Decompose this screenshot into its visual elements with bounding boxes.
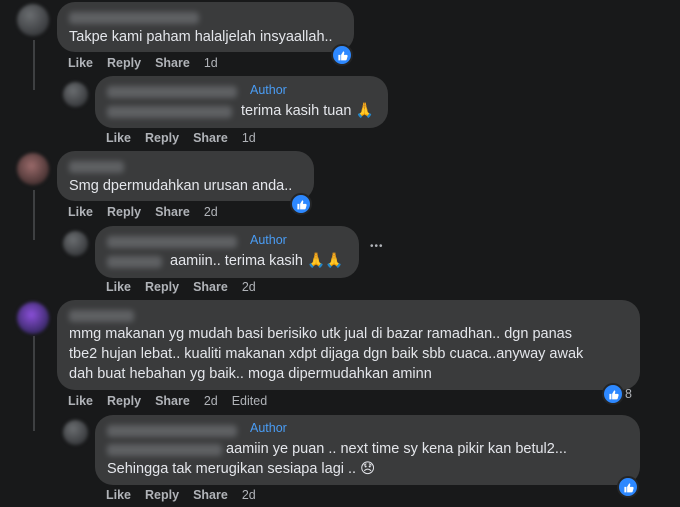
share-button[interactable]: Share	[155, 205, 190, 219]
like-reaction-icon[interactable]	[290, 193, 312, 215]
timestamp[interactable]: 2d	[204, 394, 218, 408]
reply-button[interactable]: Reply	[145, 280, 179, 294]
comment-text-line: mmg makanan yg mudah basi berisiko utk j…	[69, 326, 572, 342]
reaction-count[interactable]: 8	[625, 387, 632, 401]
author-badge: Author	[250, 233, 287, 247]
commenter-name[interactable]	[69, 12, 199, 24]
avatar[interactable]	[17, 302, 49, 334]
commenter-name[interactable]	[69, 310, 134, 322]
comment-bubble: Takpe kami paham halaljelah insyaallah..	[57, 2, 354, 52]
commenter-name[interactable]	[107, 236, 237, 248]
mentioned-name[interactable]	[107, 106, 232, 118]
comment-actions: Like Reply Share 2d Edited	[68, 394, 281, 408]
comment-actions: Like Reply Share 2d	[106, 488, 270, 502]
share-button[interactable]: Share	[155, 56, 190, 70]
timestamp[interactable]: 2d	[242, 280, 256, 294]
avatar[interactable]	[63, 82, 88, 107]
more-options-button[interactable]: •••	[370, 241, 384, 252]
share-button[interactable]: Share	[193, 131, 228, 145]
like-reaction-icon[interactable]	[617, 476, 639, 498]
edited-label[interactable]: Edited	[232, 394, 267, 408]
like-button[interactable]: Like	[68, 56, 93, 70]
like-reaction-icon[interactable]	[602, 383, 624, 405]
comment-bubble: Smg dpermudahkan urusan anda..	[57, 151, 314, 201]
timestamp[interactable]: 1d	[242, 131, 256, 145]
reply-bubble: Author aamiin ye puan .. next time sy ke…	[95, 415, 640, 485]
commenter-name[interactable]	[69, 161, 124, 173]
share-button[interactable]: Share	[193, 280, 228, 294]
like-button[interactable]: Like	[106, 488, 131, 502]
comment-actions: Like Reply Share 2d	[68, 205, 232, 219]
timestamp[interactable]: 2d	[204, 205, 218, 219]
reply-button[interactable]: Reply	[145, 488, 179, 502]
commenter-name[interactable]	[107, 425, 237, 437]
like-reaction-icon[interactable]	[331, 44, 353, 66]
reply-button[interactable]: Reply	[107, 394, 141, 408]
thread-connector	[33, 70, 59, 92]
timestamp[interactable]: 1d	[204, 56, 218, 70]
author-badge: Author	[250, 83, 287, 97]
thread-line	[33, 336, 35, 431]
avatar[interactable]	[17, 4, 49, 36]
comment-actions: Like Reply Share 2d	[106, 280, 270, 294]
like-button[interactable]: Like	[106, 280, 131, 294]
comment-text-line: aamiin ye puan .. next time sy kena piki…	[226, 441, 567, 457]
like-button[interactable]: Like	[68, 394, 93, 408]
comment-text: aamiin.. terima kasih 🙏🙏	[170, 253, 344, 269]
reply-bubble: Author terima kasih tuan 🙏	[95, 76, 388, 128]
share-button[interactable]: Share	[155, 394, 190, 408]
comment-text-line: dah buat hebahan yg baik.. moga dipermud…	[69, 366, 432, 382]
comment-actions: Like Reply Share 1d	[106, 131, 270, 145]
timestamp[interactable]: 2d	[242, 488, 256, 502]
reply-bubble: Author aamiin.. terima kasih 🙏🙏	[95, 226, 359, 278]
mentioned-name[interactable]	[107, 444, 222, 456]
mentioned-name[interactable]	[107, 256, 162, 268]
reply-button[interactable]: Reply	[107, 56, 141, 70]
comment-bubble: mmg makanan yg mudah basi berisiko utk j…	[57, 300, 640, 390]
avatar[interactable]	[63, 231, 88, 256]
author-badge: Author	[250, 421, 287, 435]
comment-text: Takpe kami paham halaljelah insyaallah..	[69, 29, 333, 45]
share-button[interactable]: Share	[193, 488, 228, 502]
avatar[interactable]	[63, 420, 88, 445]
reply-button[interactable]: Reply	[145, 131, 179, 145]
comment-actions: Like Reply Share 1d	[68, 56, 232, 70]
like-button[interactable]: Like	[68, 205, 93, 219]
comment-text: terima kasih tuan 🙏	[241, 103, 374, 119]
comment-text-line: tbe2 hujan lebat.. kualiti makanan xdpt …	[69, 346, 584, 362]
avatar[interactable]	[17, 153, 49, 185]
like-button[interactable]: Like	[106, 131, 131, 145]
commenter-name[interactable]	[107, 86, 237, 98]
thread-line	[33, 190, 35, 240]
comment-text: Smg dpermudahkan urusan anda..	[69, 178, 293, 194]
comment-text-line: Sehingga tak merugikan sesiapa lagi .. 😞	[107, 461, 376, 477]
reply-button[interactable]: Reply	[107, 205, 141, 219]
